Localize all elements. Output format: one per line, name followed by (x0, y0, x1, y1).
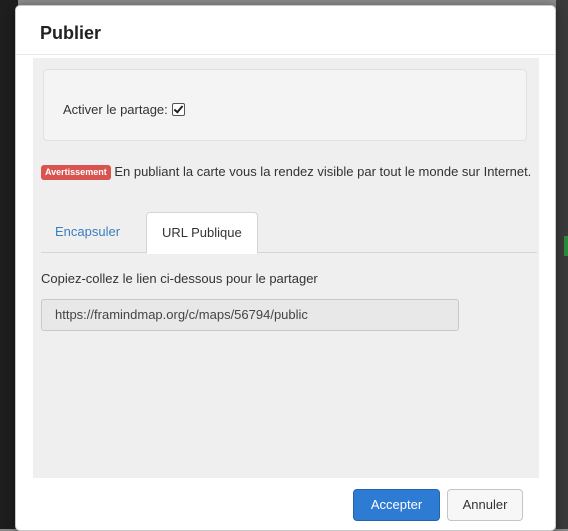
sharing-checkbox[interactable] (171, 103, 185, 116)
background-accent (564, 236, 568, 256)
public-url-field[interactable]: https://framindmap.org/c/maps/56794/publ… (41, 299, 459, 331)
tab-bar: Encapsuler URL Publique (41, 212, 537, 254)
dialog-header: Publier (16, 6, 555, 55)
warning-text: En publiant la carte vous la rendez visi… (114, 164, 532, 179)
dialog-body: Activer le partage: Avertissement En pub… (33, 58, 539, 478)
publish-dialog: Publier Activer le partage: Avertissemen… (15, 5, 556, 531)
backdrop-right (556, 0, 568, 529)
accept-button[interactable]: Accepter (353, 489, 440, 521)
sharing-panel: Activer le partage: (43, 69, 527, 141)
cancel-button[interactable]: Annuler (447, 489, 523, 521)
tab-public-url[interactable]: URL Publique (146, 212, 258, 254)
copy-instruction: Copiez-collez le lien ci-dessous pour le… (41, 271, 318, 286)
tab-embed[interactable]: Encapsuler (41, 212, 134, 252)
warning-badge: Avertissement (41, 165, 111, 180)
warning-message: Avertissement En publiant la carte vous … (41, 163, 533, 180)
sharing-label: Activer le partage: (63, 102, 168, 117)
dialog-title: Publier (40, 23, 102, 43)
sharing-row: Activer le partage: (63, 102, 185, 117)
